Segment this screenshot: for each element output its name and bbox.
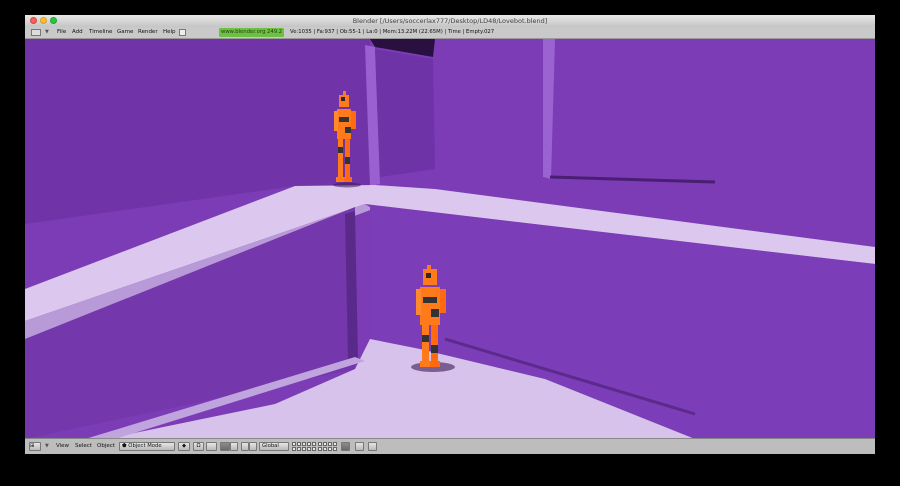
blender-window: Blender [/Users/soccerlax777/Desktop/LD4…: [25, 15, 875, 454]
menu-object[interactable]: Object: [97, 439, 115, 454]
menu-add[interactable]: Add: [72, 27, 83, 38]
viewport-scene: [25, 39, 875, 439]
draw-type-icon[interactable]: ◆: [178, 442, 190, 451]
scale-icon[interactable]: [249, 442, 257, 451]
window-title: Blender [/Users/soccerlax777/Desktop/LD4…: [352, 17, 548, 25]
3d-viewport[interactable]: [25, 39, 875, 439]
object-mode-icon: ⬟: [122, 443, 127, 449]
menu-select[interactable]: Select: [75, 439, 92, 454]
scene-stats: Ve:1035 | Fa:937 | Ob:55-1 | La:0 | Mem:…: [290, 29, 495, 35]
blender-url-badge[interactable]: www.blender.org 249.2: [219, 28, 285, 37]
layer-buttons[interactable]: [292, 442, 338, 451]
pivot-icon[interactable]: Ω: [193, 442, 204, 451]
mode-select[interactable]: ⬟ Object Mode: [119, 442, 175, 451]
orientation-select-value: Global: [262, 443, 279, 449]
menu-view[interactable]: View: [56, 439, 69, 454]
global-view-icon[interactable]: [355, 442, 364, 451]
orientation-select[interactable]: Global: [259, 442, 289, 451]
mode-select-value: Object Mode: [128, 443, 162, 449]
info-header: ▼ File Add Timeline Game Render Help www…: [25, 27, 875, 39]
chevron-down-icon[interactable]: ▼: [45, 27, 49, 38]
chevron-down-icon[interactable]: ▼: [45, 439, 49, 454]
upper-door-panel: [375, 49, 435, 177]
editor-type-icon[interactable]: ⊞: [29, 442, 41, 451]
render-preview-icon[interactable]: [368, 442, 377, 451]
menu-file[interactable]: File: [57, 27, 66, 38]
translate-icon[interactable]: [230, 442, 238, 451]
info-window-icon[interactable]: [31, 29, 41, 36]
menu-render[interactable]: Render: [138, 27, 158, 38]
menu-game[interactable]: Game: [117, 27, 133, 38]
rotate-icon[interactable]: [241, 442, 249, 451]
lock-icon[interactable]: [341, 442, 350, 451]
shading-icon[interactable]: [206, 442, 217, 451]
menu-timeline[interactable]: Timeline: [89, 27, 112, 38]
3d-view-header: ⊞ ▼ View Select Object ⬟ Object Mode ◆ Ω…: [25, 438, 875, 454]
manipulator-icon[interactable]: [220, 442, 230, 451]
scene-browse-icon[interactable]: [179, 29, 186, 36]
menu-help[interactable]: Help: [163, 27, 176, 38]
